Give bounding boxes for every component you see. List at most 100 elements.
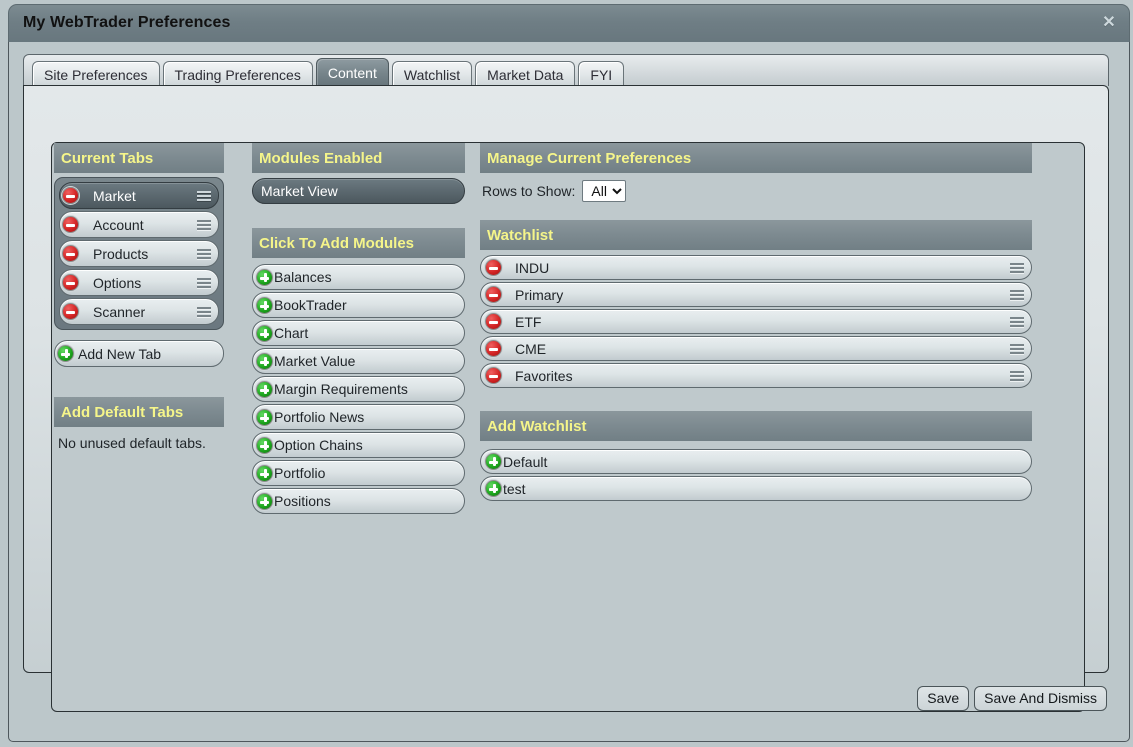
add-new-tab-label: Add New Tab (78, 345, 162, 362)
save-button[interactable]: Save (917, 686, 970, 711)
current-tab-item[interactable]: Scanner (59, 298, 219, 325)
window-client-area: Site Preferences Trading Preferences Conte… (8, 42, 1130, 742)
plus-circle-icon[interactable] (256, 464, 273, 482)
tab-content[interactable]: Content (315, 58, 389, 87)
current-tab-item[interactable]: Account (59, 211, 219, 238)
manage-current-preferences-header: Manage Current Preferences (480, 143, 1032, 173)
minus-circle-icon[interactable] (62, 216, 79, 233)
current-tab-item[interactable]: Products (59, 240, 219, 267)
drag-handle-icon[interactable] (1010, 262, 1024, 274)
add-module-item[interactable]: BookTrader (252, 292, 465, 318)
minus-circle-icon[interactable] (62, 303, 79, 320)
plus-circle-icon (57, 345, 74, 362)
minus-circle-icon[interactable] (485, 259, 502, 276)
watchlist-header: Watchlist (480, 220, 1032, 250)
minus-circle-icon[interactable] (485, 367, 502, 384)
add-new-tab-wrapper: Add New Tab (54, 340, 224, 367)
current-tab-label: Scanner (93, 303, 146, 320)
close-icon[interactable]: ✕ (1099, 13, 1119, 33)
add-module-label: Portfolio News (274, 409, 365, 425)
minus-circle-icon[interactable] (62, 274, 79, 291)
add-module-item[interactable]: Market Value (252, 348, 465, 374)
drag-handle-icon[interactable] (197, 190, 211, 202)
plus-circle-icon[interactable] (256, 296, 273, 314)
current-tab-label: Options (93, 274, 142, 291)
tab-site-preferences[interactable]: Site Preferences (32, 61, 160, 87)
plus-circle-icon[interactable] (256, 408, 273, 426)
drag-handle-icon[interactable] (1010, 343, 1024, 355)
current-tabs-header: Current Tabs (54, 143, 224, 173)
modules-enabled-list: Market View (252, 178, 465, 204)
dialog-footer: Save Save And Dismiss (917, 686, 1107, 711)
add-watchlist-item[interactable]: Default (480, 449, 1032, 474)
manage-preferences-column: Manage Current Preferences Rows to Show:… (480, 143, 1032, 503)
add-module-label: Positions (274, 493, 331, 509)
watchlist-item-label: INDU (515, 259, 550, 276)
watchlist-item[interactable]: Primary (480, 282, 1032, 307)
click-to-add-modules-list: Balances BookTrader Chart Market Value Margi… (252, 264, 465, 514)
drag-handle-icon[interactable] (1010, 316, 1024, 328)
drag-handle-icon[interactable] (1010, 370, 1024, 382)
plus-circle-icon[interactable] (256, 492, 273, 510)
preferences-window: My WebTrader Preferences ✕ Site Preferen… (0, 0, 1133, 747)
watchlist-item-label: ETF (515, 313, 542, 330)
tab-fyi[interactable]: FYI (578, 61, 625, 87)
add-module-item[interactable]: Portfolio News (252, 404, 465, 430)
tab-watchlist[interactable]: Watchlist (391, 61, 473, 87)
add-module-item[interactable]: Positions (252, 488, 465, 514)
current-tabs-list: Market Account Products Options Scanner (54, 177, 224, 330)
add-watchlist-item-label: Default (503, 453, 548, 470)
tab-market-data[interactable]: Market Data (475, 61, 576, 87)
drag-handle-icon[interactable] (197, 248, 211, 260)
window-titlebar: My WebTrader Preferences ✕ (8, 4, 1130, 42)
content-tab-panel: Current Tabs Market Account Products Option… (23, 85, 1109, 712)
drag-handle-icon[interactable] (197, 219, 211, 231)
watchlist-item[interactable]: INDU (480, 255, 1032, 280)
plus-circle-icon[interactable] (256, 436, 273, 454)
add-module-item[interactable]: Margin Requirements (252, 376, 465, 402)
drag-handle-icon[interactable] (197, 277, 211, 289)
add-watchlist-header: Add Watchlist (480, 411, 1032, 441)
add-default-tabs-empty-text: No unused default tabs. (58, 435, 206, 451)
watchlist-item[interactable]: ETF (480, 309, 1032, 334)
add-module-label: Option Chains (274, 437, 363, 453)
minus-circle-icon[interactable] (485, 286, 502, 303)
tabstrip-tabs: Site Preferences Trading Preferences Conte… (24, 58, 625, 87)
add-watchlist-item[interactable]: test (480, 476, 1032, 501)
add-new-tab-button[interactable]: Add New Tab (54, 340, 224, 367)
rows-to-show-select[interactable]: All (582, 180, 627, 202)
tab-trading-preferences[interactable]: Trading Preferences (162, 61, 313, 87)
add-module-label: Margin Requirements (274, 381, 408, 397)
minus-circle-icon[interactable] (485, 313, 502, 330)
plus-circle-icon[interactable] (256, 324, 273, 342)
current-tab-item[interactable]: Options (59, 269, 219, 296)
minus-circle-icon[interactable] (62, 245, 79, 262)
rows-to-show-row: Rows to Show: All (480, 176, 1032, 206)
add-module-label: Chart (274, 325, 309, 341)
add-module-item[interactable]: Portfolio (252, 460, 465, 486)
minus-circle-icon[interactable] (485, 340, 502, 357)
add-module-item[interactable]: Chart (252, 320, 465, 346)
minus-circle-icon[interactable] (62, 187, 79, 204)
module-enabled-item[interactable]: Market View (252, 178, 465, 204)
current-tab-label: Products (93, 245, 149, 262)
watchlist-item-label: CME (515, 340, 547, 357)
add-module-item[interactable]: Option Chains (252, 432, 465, 458)
content-columns-container: Current Tabs Market Account Products Option… (51, 142, 1085, 712)
drag-handle-icon[interactable] (1010, 289, 1024, 301)
plus-circle-icon[interactable] (256, 268, 273, 286)
plus-circle-icon[interactable] (256, 380, 273, 398)
watchlist-item-label: Favorites (515, 367, 573, 384)
save-and-dismiss-button[interactable]: Save And Dismiss (974, 686, 1107, 711)
add-module-item[interactable]: Balances (252, 264, 465, 290)
watchlist-item[interactable]: Favorites (480, 363, 1032, 388)
click-to-add-modules-header: Click To Add Modules (252, 228, 465, 258)
add-module-label: Portfolio (274, 465, 326, 481)
plus-circle-icon[interactable] (485, 480, 502, 497)
plus-circle-icon[interactable] (256, 352, 273, 370)
plus-circle-icon[interactable] (485, 453, 502, 470)
watchlist-item[interactable]: CME (480, 336, 1032, 361)
add-module-label: Balances (274, 269, 332, 285)
current-tab-item[interactable]: Market (59, 182, 219, 209)
drag-handle-icon[interactable] (197, 306, 211, 318)
